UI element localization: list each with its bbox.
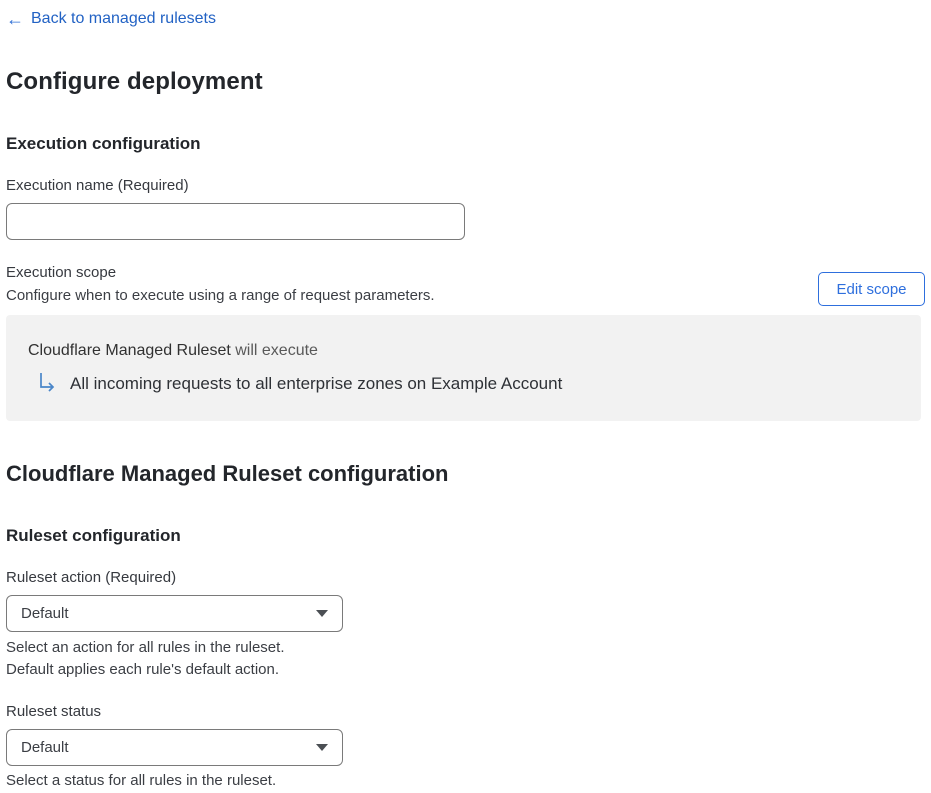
- ruleset-action-help-line1: Select an action for all rules in the ru…: [6, 639, 285, 656]
- scope-summary-detail: All incoming requests to all enterprise …: [36, 372, 562, 396]
- ruleset-action-label: Ruleset action (Required): [6, 569, 177, 586]
- edit-scope-button[interactable]: Edit scope: [818, 272, 925, 306]
- ruleset-action-help-line2: Default applies each rule's default acti…: [6, 661, 280, 678]
- execution-configuration-heading: Execution configuration: [6, 134, 201, 153]
- ruleset-status-label: Ruleset status: [6, 703, 102, 720]
- scope-summary-panel: Cloudflare Managed Ruleset will execute …: [6, 315, 921, 421]
- ruleset-status-selected-value: Default: [21, 739, 69, 756]
- ruleset-status-select[interactable]: Default: [6, 729, 343, 766]
- execution-name-label: Execution name (Required): [6, 177, 189, 194]
- scope-summary-detail-text: All incoming requests to all enterprise …: [70, 374, 563, 393]
- execution-scope-label: Execution scope: [6, 264, 117, 281]
- ruleset-configuration-subheading: Ruleset configuration: [6, 526, 181, 545]
- ruleset-status-help: Select a status for all rules in the rul…: [6, 772, 277, 789]
- back-to-managed-rulesets-link[interactable]: ← Back to managed rulesets: [6, 10, 216, 28]
- configure-deployment-page: ← Back to managed rulesets Configure dep…: [0, 0, 931, 793]
- chevron-down-icon: [316, 744, 328, 751]
- edit-scope-button-label: Edit scope: [836, 280, 907, 298]
- branch-arrow-icon: [36, 372, 58, 396]
- ruleset-action-selected-value: Default: [21, 605, 69, 622]
- back-link-label: Back to managed rulesets: [31, 10, 216, 27]
- execution-scope-description: Configure when to execute using a range …: [6, 287, 435, 304]
- page-title: Configure deployment: [6, 68, 263, 95]
- scope-summary-suffix: will execute: [230, 342, 318, 359]
- scope-summary-ruleset-name: Cloudflare Managed Ruleset: [28, 342, 231, 359]
- ruleset-configuration-title: Cloudflare Managed Ruleset configuration: [6, 461, 449, 486]
- ruleset-action-select[interactable]: Default: [6, 595, 343, 632]
- scope-summary-headline: Cloudflare Managed Ruleset will execute: [28, 342, 318, 360]
- back-arrow-icon: ←: [6, 9, 24, 29]
- execution-name-input[interactable]: [6, 203, 465, 240]
- chevron-down-icon: [316, 610, 328, 617]
